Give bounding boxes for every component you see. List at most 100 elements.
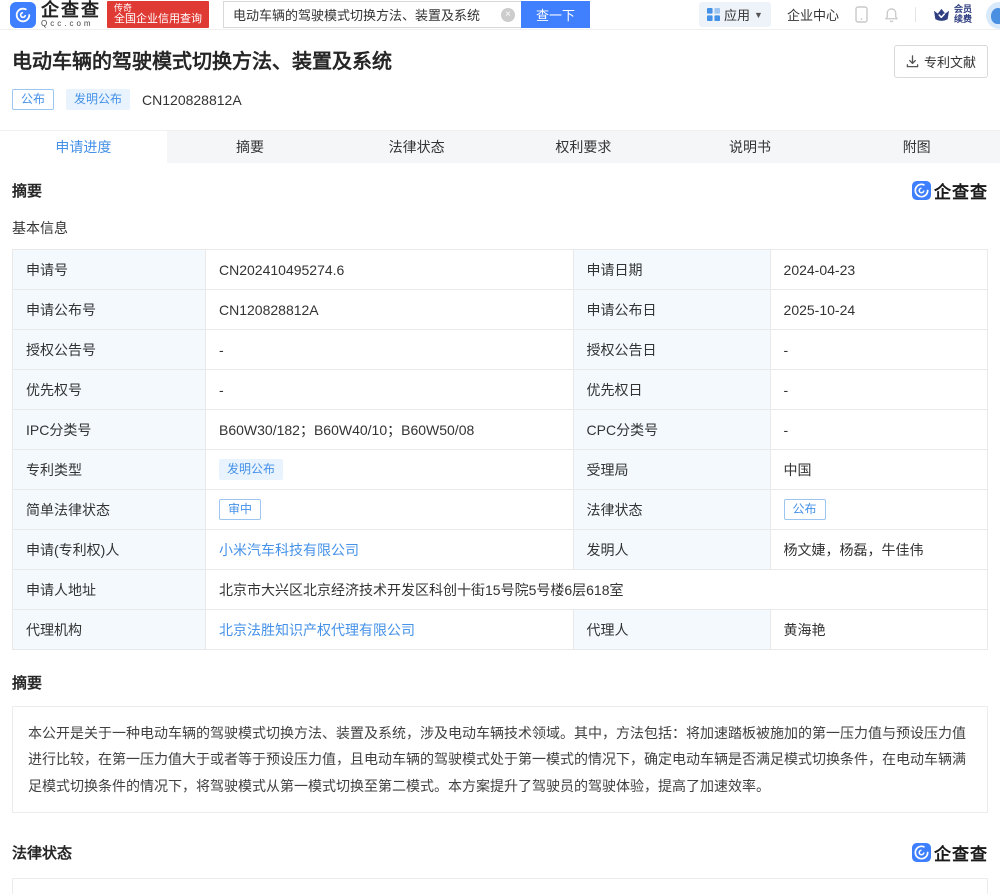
patent-type-tag: 发明公布 (66, 89, 130, 110)
patent-title: 电动车辆的驾驶模式切换方法、装置及系统 (12, 45, 392, 74)
status-tag: 审中 (219, 499, 261, 520)
field-label: 申请公布日 (573, 290, 770, 330)
field-label: 优先权日 (573, 370, 770, 410)
field-value: 2024-04-23 (770, 250, 987, 290)
field-value: 审中 (206, 490, 574, 530)
field-value: CN120828812A (206, 290, 574, 330)
field-value: - (770, 370, 987, 410)
field-label: 申请日期 (573, 250, 770, 290)
mobile-phone-icon[interactable] (855, 6, 868, 23)
field-label: 优先权号 (13, 370, 206, 410)
abstract-block-title: 摘要 (12, 672, 988, 693)
field-value: - (770, 330, 987, 370)
company-link[interactable]: 小米汽车科技有限公司 (219, 542, 359, 558)
publication-number: CN120828812A (142, 92, 242, 108)
tab-摘要[interactable]: 摘要 (167, 131, 334, 163)
vip-crown-icon (932, 7, 951, 23)
topbar: 企查查 Qcc.com 传奇 全国企业信用查询 × 查一下 应用 ▼ 企业中心 (0, 0, 1000, 30)
badge-line1: 传奇 (114, 3, 202, 13)
abstract-text: 本公开是关于一种电动车辆的驾驶模式切换方法、装置及系统，涉及电动车辆技术领域。其… (12, 706, 988, 813)
table-row: 代理机构北京法胜知识产权代理有限公司 代理人黄海艳 (13, 610, 988, 650)
field-value: CN202410495274.6 (206, 250, 574, 290)
field-value: 公布 (770, 490, 987, 530)
basic-info-title: 基本信息 (12, 218, 988, 238)
field-label: 简单法律状态 (13, 490, 206, 530)
search-box[interactable]: × (223, 1, 521, 28)
tab-权利要求[interactable]: 权利要求 (500, 131, 667, 163)
field-label: 专利类型 (13, 450, 206, 490)
field-label: 授权公告日 (573, 330, 770, 370)
company-link[interactable]: 北京法胜知识产权代理有限公司 (219, 622, 415, 638)
basic-info-table: 申请号CN202410495274.6申请日期2024-04-23申请公布号CN… (12, 249, 988, 650)
avatar-figure (991, 8, 1000, 24)
field-label: IPC分类号 (13, 410, 206, 450)
brand-name: 企查查 (41, 1, 101, 19)
table-row: 申请(专利权)人小米汽车科技有限公司 发明人杨文婕，杨磊，牛佳伟 (13, 530, 988, 570)
brand-slogan-badge: 传奇 全国企业信用查询 (107, 1, 209, 28)
field-label: 代理机构 (13, 610, 206, 650)
field-value: - (206, 330, 574, 370)
field-value: - (770, 410, 987, 450)
qcc-watermark-text: 企查查 (934, 178, 988, 203)
search-input[interactable] (233, 7, 501, 22)
qcc-watermark-icon (912, 843, 931, 862)
field-label: 代理人 (573, 610, 770, 650)
field-label: 申请号 (13, 250, 206, 290)
field-value: 2025-10-24 (770, 290, 987, 330)
section-title-abstract: 摘要 (12, 180, 42, 201)
field-value: 北京市大兴区北京经济技术开发区科创十街15号院5号楼6层618室 (206, 570, 988, 610)
clear-search-icon[interactable]: × (501, 8, 515, 22)
field-label: 发明人 (573, 530, 770, 570)
table-row: 申请人地址北京市大兴区北京经济技术开发区科创十街15号院5号楼6层618室 (13, 570, 988, 610)
qcc-logo-icon (10, 2, 36, 28)
table-row: 简单法律状态审中法律状态公布 (13, 490, 988, 530)
badge-line2: 全国企业信用查询 (114, 13, 202, 26)
status-tag: 发明公布 (219, 459, 283, 480)
field-value: 发明公布 (206, 450, 574, 490)
section-title-legal-status: 法律状态 (12, 842, 72, 863)
status-tag-publication: 公布 (12, 89, 54, 110)
apps-grid-icon (707, 8, 720, 21)
apps-label: 应用 (724, 5, 750, 24)
qcc-watermark: 企查查 (912, 178, 988, 203)
search-button[interactable]: 查一下 (521, 1, 590, 28)
notification-bell-icon[interactable] (884, 7, 899, 23)
basic-info-table-body: 申请号CN202410495274.6申请日期2024-04-23申请公布号CN… (13, 250, 988, 650)
table-row: 授权公告号-授权公告日- (13, 330, 988, 370)
field-value: 小米汽车科技有限公司 (206, 530, 574, 570)
topnav: 应用 ▼ 企业中心 会员 续费 (699, 2, 1000, 27)
patent-document-button[interactable]: 专利文献 (894, 45, 988, 78)
enterprise-center-link[interactable]: 企业中心 (787, 5, 839, 24)
field-value: 杨文婕，杨磊，牛佳伟 (770, 530, 987, 570)
field-label: 授权公告号 (13, 330, 206, 370)
tab-说明书[interactable]: 说明书 (667, 131, 834, 163)
download-icon (906, 55, 919, 68)
tab-bar: 申请进度摘要法律状态权利要求说明书附图 (0, 130, 1000, 163)
field-label: CPC分类号 (573, 410, 770, 450)
field-label: 申请人地址 (13, 570, 206, 610)
field-value: 北京法胜知识产权代理有限公司 (206, 610, 574, 650)
qcc-watermark-text: 企查查 (934, 840, 988, 865)
vip-label-line2: 续费 (954, 15, 972, 25)
brand-domain: Qcc.com (41, 20, 101, 28)
qcc-logo[interactable]: 企查查 Qcc.com 传奇 全国企业信用查询 (10, 1, 209, 28)
table-row: IPC分类号B60W30/182；B60W40/10；B60W50/08CPC分… (13, 410, 988, 450)
field-label: 受理局 (573, 450, 770, 490)
legal-status-timeline: 2025-10-24公布 (12, 878, 988, 894)
field-label: 申请公布号 (13, 290, 206, 330)
field-value: - (206, 370, 574, 410)
tab-法律状态[interactable]: 法律状态 (333, 131, 500, 163)
table-row: 申请号CN202410495274.6申请日期2024-04-23 (13, 250, 988, 290)
vip-renew-button[interactable]: 会员 续费 (932, 5, 972, 25)
qcc-watermark-icon (912, 181, 931, 200)
tab-申请进度[interactable]: 申请进度 (0, 131, 167, 163)
table-row: 专利类型发明公布 受理局中国 (13, 450, 988, 490)
field-value: B60W30/182；B60W40/10；B60W50/08 (206, 410, 574, 450)
apps-menu[interactable]: 应用 ▼ (699, 2, 771, 27)
topbar-divider (915, 7, 916, 22)
brand-text: 企查查 Qcc.com (41, 1, 101, 28)
field-value: 黄海艳 (770, 610, 987, 650)
field-label: 申请(专利权)人 (13, 530, 206, 570)
tab-附图[interactable]: 附图 (833, 131, 1000, 163)
field-value: 中国 (770, 450, 987, 490)
